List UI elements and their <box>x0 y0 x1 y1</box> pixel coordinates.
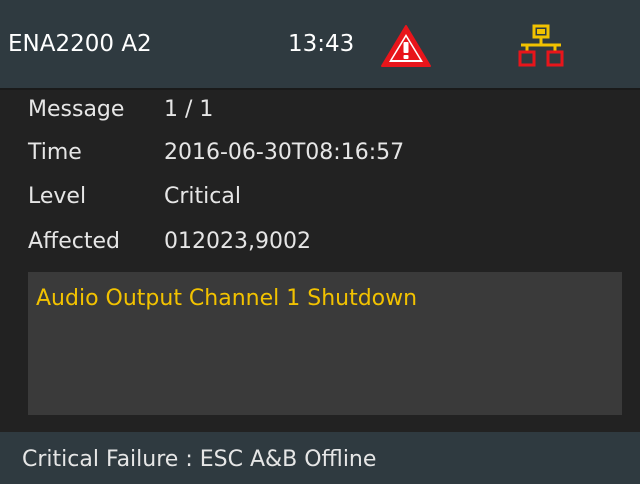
network-topology-icon[interactable] <box>518 24 564 68</box>
status-footer: Critical Failure : ESC A&B Offline <box>0 432 640 484</box>
message-panel: Audio Output Channel 1 Shutdown <box>28 272 622 415</box>
footer-status-text: Critical Failure : ESC A&B Offline <box>22 447 377 472</box>
status-header: ENA2200 A2 13:43 <box>0 0 640 88</box>
device-name: ENA2200 A2 <box>8 31 152 57</box>
alarm-message-text: Audio Output Channel 1 Shutdown <box>36 286 418 311</box>
time-value: 2016-06-30T08:16:57 <box>164 140 405 165</box>
level-label: Level <box>28 184 87 209</box>
warning-triangle-icon[interactable] <box>380 24 432 68</box>
device-screen: ENA2200 A2 13:43 Message 1 / 1 Time 2016… <box>0 0 640 484</box>
message-label: Message <box>28 97 125 122</box>
affected-label: Affected <box>28 229 120 254</box>
affected-value: 012023,9002 <box>164 229 311 254</box>
level-value: Critical <box>164 184 241 209</box>
time-label: Time <box>28 140 82 165</box>
header-divider <box>0 88 640 90</box>
message-counter: 1 / 1 <box>164 97 214 122</box>
clock: 13:43 <box>288 31 355 57</box>
